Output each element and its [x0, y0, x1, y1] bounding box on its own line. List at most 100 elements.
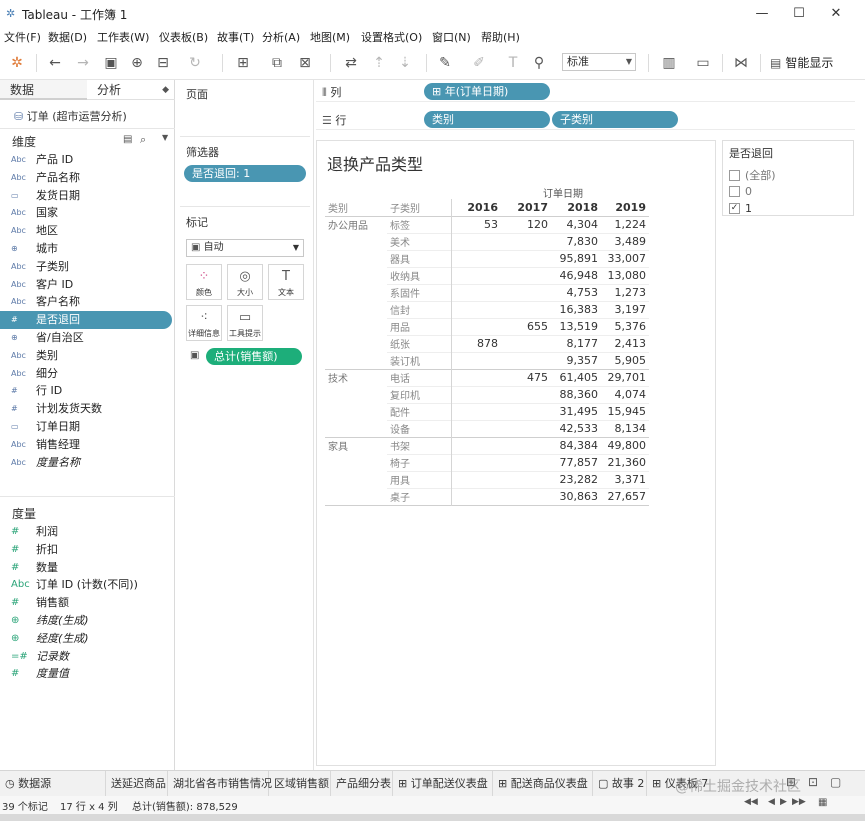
- menu-help[interactable]: 帮助(H): [481, 29, 520, 45]
- menu-worksheet[interactable]: 工作表(W): [97, 29, 149, 45]
- rows-pill-subcategory[interactable]: 子类别: [552, 111, 678, 128]
- grid-view-icon[interactable]: ▦: [818, 797, 827, 808]
- close-icon[interactable]: ✕: [824, 4, 848, 24]
- rows-pill-category[interactable]: 类别: [424, 111, 550, 128]
- filter-option[interactable]: 0: [729, 184, 752, 198]
- menu-format[interactable]: 设置格式(O): [361, 29, 422, 45]
- columns-pill[interactable]: ⊞ 年(订单日期): [424, 83, 550, 100]
- menu-file[interactable]: 文件(F): [4, 29, 41, 45]
- dimension-field[interactable]: # 行 ID: [0, 382, 175, 400]
- menu-map[interactable]: 地图(M): [310, 29, 350, 45]
- dimension-field[interactable]: Abc 类别: [0, 347, 175, 365]
- tab-analysis[interactable]: 分析 ◆: [87, 80, 175, 100]
- search-icon[interactable]: ⌕: [140, 133, 146, 147]
- presentation-mode-icon[interactable]: ▭: [694, 54, 712, 72]
- tab-delivery-dashboard[interactable]: ⊞ 配送商品仪表盘: [493, 771, 593, 796]
- color-button[interactable]: ⁘ 颜色: [186, 264, 222, 300]
- measure-field[interactable]: ⊕ 纬度(生成): [0, 612, 175, 630]
- tableau-home-icon[interactable]: ✲: [8, 54, 26, 72]
- measure-field[interactable]: =# 记录数: [0, 648, 175, 666]
- clear-sheet-icon[interactable]: ⊠: [296, 54, 314, 72]
- datasource-item[interactable]: ⛁ 订单 (超市运营分析): [14, 108, 127, 124]
- filter-option[interactable]: (全部): [729, 167, 776, 183]
- checkbox-icon[interactable]: [729, 169, 740, 181]
- next-page-icon[interactable]: ▶: [780, 797, 787, 807]
- menu-story[interactable]: 故事(T): [217, 29, 254, 45]
- share-icon[interactable]: ⋈: [732, 54, 750, 72]
- show-cards-icon[interactable]: ▥: [660, 54, 678, 72]
- view-list-icon[interactable]: ▤: [123, 134, 132, 145]
- highlight-icon[interactable]: ✎: [436, 54, 454, 72]
- dimension-field[interactable]: Abc 细分: [0, 365, 175, 383]
- fix-axes-icon[interactable]: ⚲: [530, 54, 548, 72]
- tab-datasource[interactable]: ◷ 数据源: [0, 771, 106, 796]
- minimize-icon[interactable]: —: [750, 4, 774, 24]
- fit-select[interactable]: 标准 ▼: [562, 53, 636, 71]
- tab-product-detail[interactable]: 产品细分表: [331, 771, 393, 796]
- tab-story-2[interactable]: ▢ 故事 2: [593, 771, 647, 796]
- save-icon[interactable]: ▣: [102, 54, 120, 72]
- menu-data[interactable]: 数据(D): [48, 29, 87, 45]
- dimension-field[interactable]: ▭ 发货日期: [0, 187, 175, 205]
- pane-menu-icon[interactable]: ◆: [162, 80, 169, 100]
- first-page-icon[interactable]: ◀◀: [744, 797, 758, 807]
- dimension-field[interactable]: Abc 客户 ID: [0, 276, 175, 294]
- dimension-field[interactable]: Abc 客户名称: [0, 293, 175, 311]
- checkbox-icon[interactable]: [729, 185, 740, 197]
- dimension-field[interactable]: Abc 产品 ID: [0, 151, 175, 169]
- dimension-field[interactable]: ⊕ 省/自治区: [0, 329, 175, 347]
- prev-page-icon[interactable]: ◀: [768, 797, 775, 807]
- checkbox-checked-icon[interactable]: ✓: [729, 202, 740, 214]
- text-button[interactable]: T 文本: [268, 264, 304, 300]
- new-dashboard-tab-icon[interactable]: ⊡: [808, 775, 818, 789]
- dimension-field[interactable]: # 是否退回: [0, 311, 172, 330]
- sort-ascending-icon[interactable]: ⇡: [370, 54, 388, 72]
- swap-rows-columns-icon[interactable]: ⇄: [342, 54, 360, 72]
- dimension-field[interactable]: # 计划发货天数: [0, 400, 175, 418]
- mark-type-select[interactable]: ▣ 自动 ▼: [186, 239, 304, 257]
- tab-order-dashboard[interactable]: ⊞ 订单配送仪表盘: [393, 771, 493, 796]
- maximize-icon[interactable]: ☐: [787, 4, 811, 24]
- tab-region-sales[interactable]: 区域销售额: [269, 771, 331, 796]
- size-button[interactable]: ◎ 大小: [227, 264, 263, 300]
- measure-field[interactable]: Abc 订单 ID (计数(不同)): [0, 576, 175, 594]
- pause-updates-icon[interactable]: ⊟: [154, 54, 172, 72]
- refresh-icon[interactable]: ↻: [186, 54, 204, 72]
- detail-button[interactable]: ⁖ 详细信息: [186, 305, 222, 341]
- new-story-tab-icon[interactable]: ▢: [830, 775, 841, 789]
- menu-dashboard[interactable]: 仪表板(B): [159, 29, 208, 45]
- dimension-field[interactable]: Abc 度量名称: [0, 454, 175, 472]
- sort-descending-icon[interactable]: ⇣: [396, 54, 414, 72]
- tab-data[interactable]: 数据: [0, 80, 87, 100]
- show-me-button[interactable]: ▤ 智能显示: [770, 54, 833, 71]
- dimension-field[interactable]: Abc 子类别: [0, 258, 175, 276]
- last-page-icon[interactable]: ▶▶: [792, 797, 806, 807]
- menu-analysis[interactable]: 分析(A): [262, 29, 300, 45]
- group-icon[interactable]: ✐: [470, 54, 488, 72]
- measure-field[interactable]: # 数量: [0, 559, 175, 577]
- menu-window[interactable]: 窗口(N): [432, 29, 471, 45]
- dimensions-menu-icon[interactable]: ▼: [162, 133, 168, 142]
- forward-icon[interactable]: →: [74, 54, 92, 72]
- new-datasource-icon[interactable]: ⊕: [128, 54, 146, 72]
- new-worksheet-icon[interactable]: ⊞: [234, 54, 252, 72]
- measure-field[interactable]: # 利润: [0, 523, 175, 541]
- dimension-field[interactable]: Abc 销售经理: [0, 436, 175, 454]
- dimension-field[interactable]: Abc 地区: [0, 222, 175, 240]
- dimension-field[interactable]: ▭ 订单日期: [0, 418, 175, 436]
- tab-hubei-sales[interactable]: 湖北省各市销售情况: [168, 771, 272, 796]
- show-labels-icon[interactable]: T: [504, 54, 522, 72]
- measure-pill[interactable]: 总计(销售额): [206, 348, 302, 365]
- back-icon[interactable]: ←: [46, 54, 64, 72]
- tooltip-button[interactable]: ▭ 工具提示: [227, 305, 263, 341]
- duplicate-sheet-icon[interactable]: ⧉: [268, 54, 286, 72]
- measure-field[interactable]: # 折扣: [0, 541, 175, 559]
- measure-field[interactable]: # 度量值: [0, 665, 175, 683]
- measure-field[interactable]: ⊕ 经度(生成): [0, 630, 175, 648]
- dimension-field[interactable]: Abc 产品名称: [0, 169, 175, 187]
- filter-option[interactable]: ✓ 1: [729, 201, 752, 215]
- filter-pill[interactable]: 是否退回: 1: [184, 165, 306, 182]
- dimension-field[interactable]: ⊕ 城市: [0, 240, 175, 258]
- measure-field[interactable]: # 销售额: [0, 594, 175, 612]
- tab-delayed-goods[interactable]: 送延迟商品: [106, 771, 168, 796]
